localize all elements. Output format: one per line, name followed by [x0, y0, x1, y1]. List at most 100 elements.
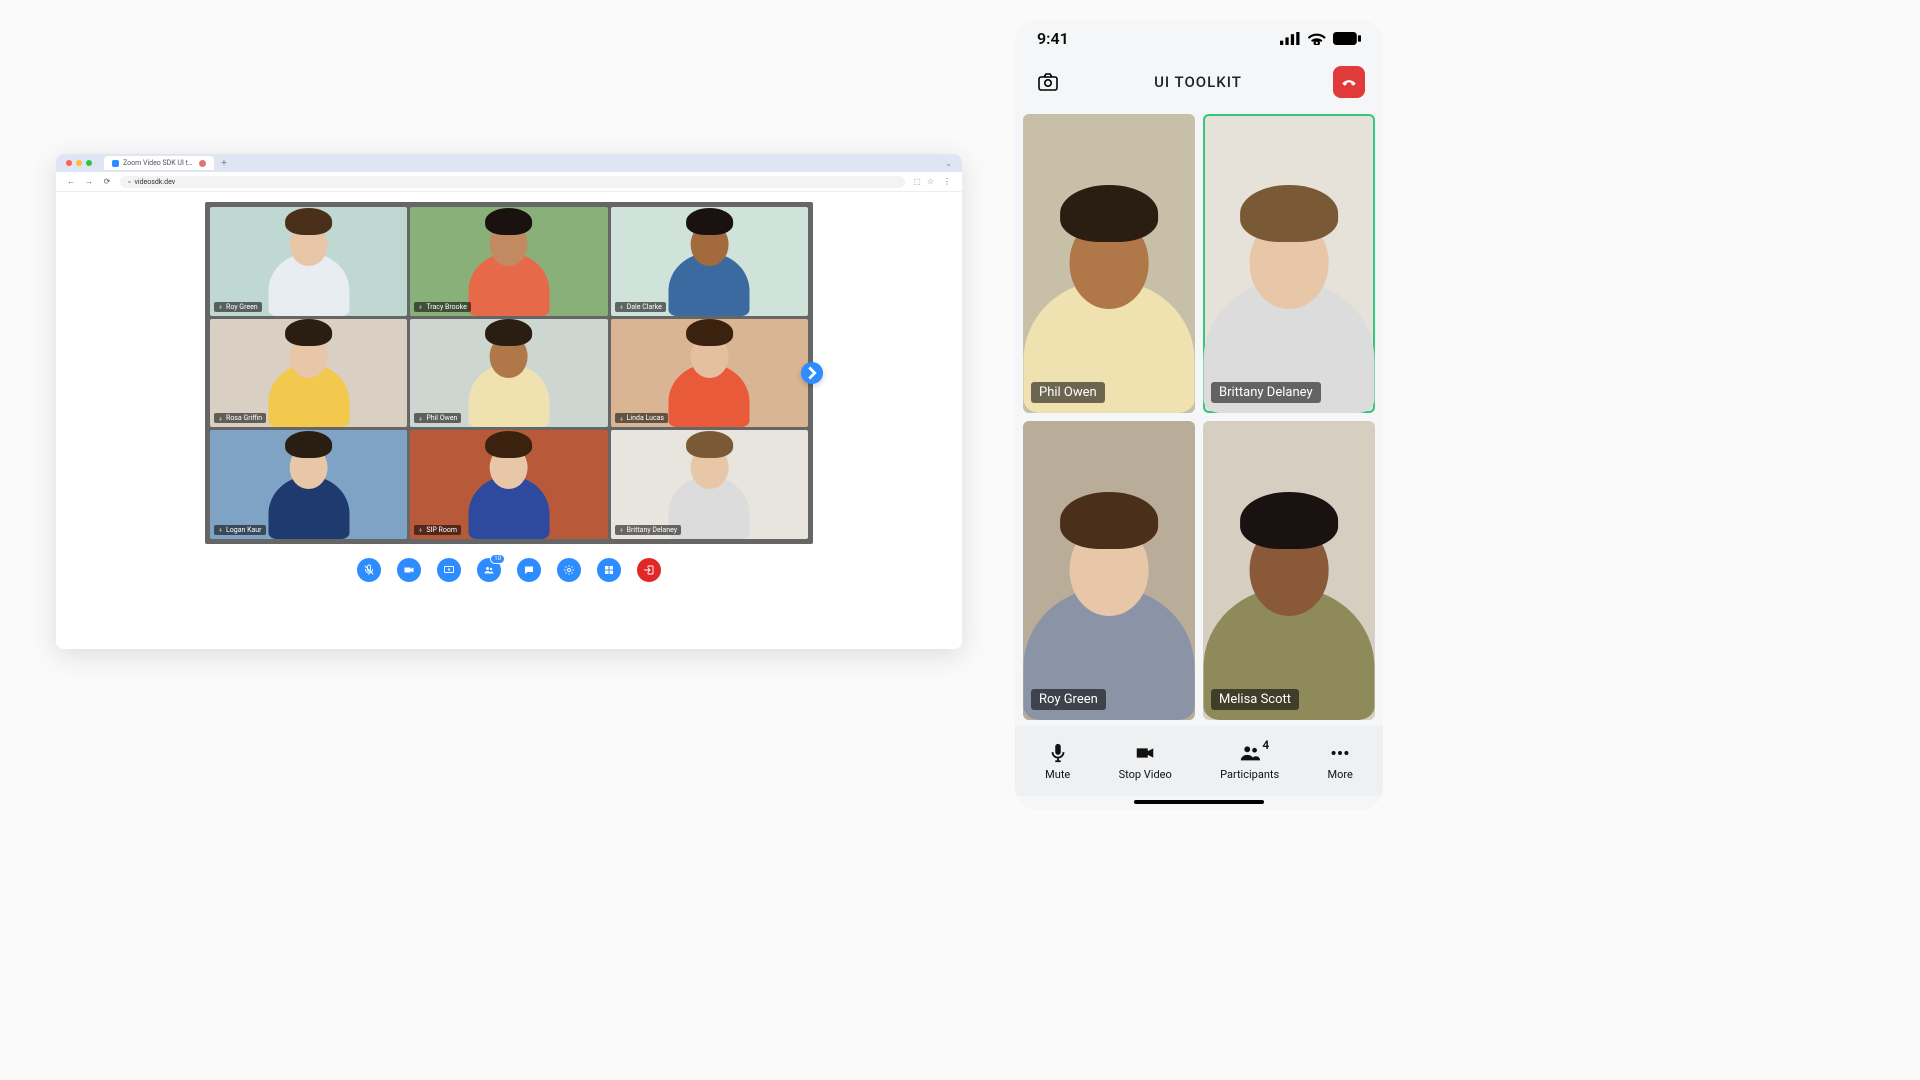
mic-status-icon — [418, 416, 423, 421]
participant-name-tag: Rosa Griffin — [214, 413, 266, 423]
address-input[interactable]: ▫ videosdk.dev — [120, 176, 905, 188]
participant-name-tag: Linda Lucas — [615, 413, 668, 423]
video-tile[interactable]: SIP Room — [410, 430, 607, 539]
new-tab-button[interactable]: + — [218, 158, 230, 169]
participant-name-tag: Roy Green — [214, 302, 262, 312]
leave-icon — [643, 564, 655, 576]
phone-video-tile[interactable]: Brittany Delaney — [1203, 114, 1375, 413]
maximize-window-icon[interactable] — [86, 160, 92, 166]
video-tile[interactable]: Phil Owen — [410, 319, 607, 428]
video-tile[interactable]: Roy Green — [210, 207, 407, 316]
video-grid-container: Roy Green Tracy Brooke Dale Clarke — [205, 202, 813, 544]
flip-camera-button[interactable] — [1033, 67, 1063, 97]
participant-name: Dale Clarke — [627, 303, 662, 311]
participant-name: Linda Lucas — [627, 414, 664, 422]
battery-icon — [1333, 32, 1361, 45]
cellular-icon — [1280, 32, 1302, 45]
chat-icon — [523, 564, 535, 576]
mic-status-icon — [619, 416, 624, 421]
participant-name: Roy Green — [1031, 689, 1106, 710]
browser-menu-icon[interactable]: ⋮ — [942, 177, 952, 186]
browser-address-bar: ← → ⟳ ▫ videosdk.dev ⬚ ☆ ⋮ — [56, 172, 962, 192]
call-controls: 10 — [357, 558, 661, 582]
participant-name: Rosa Griffin — [226, 414, 262, 422]
mic-icon — [1046, 742, 1070, 764]
tab-close-icon[interactable] — [199, 160, 206, 167]
video-tile[interactable]: Tracy Brooke — [410, 207, 607, 316]
mic-status-icon — [218, 416, 223, 421]
participants-count: 4 — [1262, 738, 1269, 752]
forward-button[interactable]: → — [84, 177, 94, 186]
browser-tab[interactable]: Zoom Video SDK UI tool… — [104, 156, 214, 170]
participants-icon — [483, 564, 495, 576]
phone-video-tile[interactable]: Roy Green — [1023, 421, 1195, 720]
mic-status-icon — [418, 527, 423, 532]
status-time: 9:41 — [1037, 29, 1069, 48]
gear-icon — [563, 564, 575, 576]
hangup-icon — [1340, 73, 1358, 91]
more-button[interactable]: More — [1327, 742, 1352, 781]
next-page-button[interactable] — [801, 362, 823, 384]
url-text: videosdk.dev — [134, 178, 175, 186]
mic-status-icon — [619, 304, 624, 309]
more-icon — [1328, 742, 1352, 764]
participant-name: Roy Green — [226, 303, 258, 311]
participants-button[interactable]: 10 — [477, 558, 501, 582]
camera-toggle-button[interactable] — [397, 558, 421, 582]
video-tile[interactable]: Logan Kaur — [210, 430, 407, 539]
phone-frame: 9:41 UI TOOLKIT Phil Owen Brittany Delan… — [1015, 20, 1383, 810]
mic-muted-icon — [363, 564, 375, 576]
settings-button[interactable] — [557, 558, 581, 582]
view-layout-button[interactable] — [597, 558, 621, 582]
chat-button[interactable] — [517, 558, 541, 582]
hangup-button[interactable] — [1333, 66, 1365, 98]
bookmark-star-icon[interactable]: ☆ — [927, 177, 934, 186]
participants-icon — [1238, 742, 1262, 764]
mute-label: Mute — [1045, 768, 1070, 781]
minimize-window-icon[interactable] — [76, 160, 82, 166]
video-tile[interactable]: Linda Lucas — [611, 319, 808, 428]
install-app-icon[interactable]: ⬚ — [913, 177, 921, 186]
participant-name: Tracy Brooke — [426, 303, 467, 311]
phone-bottom-bar: Mute Stop Video 4 Participants More — [1015, 726, 1383, 796]
video-tile[interactable]: Rosa Griffin — [210, 319, 407, 428]
window-traffic-lights — [66, 160, 92, 166]
home-indicator[interactable] — [1134, 800, 1264, 804]
share-screen-button[interactable] — [437, 558, 461, 582]
chevron-right-icon — [801, 362, 823, 384]
participants-button-mobile[interactable]: 4 Participants — [1220, 742, 1279, 781]
phone-title: UI TOOLKIT — [1154, 73, 1242, 91]
phone-video-tile[interactable]: Melisa Scott — [1203, 421, 1375, 720]
video-tile[interactable]: Brittany Delaney — [611, 430, 808, 539]
close-window-icon[interactable] — [66, 160, 72, 166]
participant-name-tag: Tracy Brooke — [414, 302, 471, 312]
participant-name: Logan Kaur — [226, 526, 262, 534]
grid-view-icon — [603, 564, 615, 576]
participant-name: Melisa Scott — [1211, 689, 1299, 710]
participant-count-badge: 10 — [490, 554, 505, 564]
participants-label: Participants — [1220, 768, 1279, 781]
participant-name-tag: Brittany Delaney — [615, 525, 681, 535]
reload-button[interactable]: ⟳ — [102, 177, 112, 186]
stop-video-button[interactable]: Stop Video — [1119, 742, 1172, 781]
status-bar: 9:41 — [1015, 20, 1383, 56]
video-tile[interactable]: Dale Clarke — [611, 207, 808, 316]
video-icon — [1133, 742, 1157, 764]
mic-status-icon — [218, 527, 223, 532]
leave-call-button[interactable] — [637, 558, 661, 582]
back-button[interactable]: ← — [66, 177, 76, 186]
tabs-overflow-icon[interactable]: ⌄ — [945, 159, 952, 168]
tab-favicon-icon — [112, 160, 119, 167]
mic-status-icon — [418, 304, 423, 309]
phone-video-tile[interactable]: Phil Owen — [1023, 114, 1195, 413]
mic-status-icon — [218, 304, 223, 309]
browser-window: Zoom Video SDK UI tool… + ⌄ ← → ⟳ ▫ vide… — [56, 154, 962, 649]
mic-status-icon — [619, 527, 624, 532]
mic-toggle-button[interactable] — [357, 558, 381, 582]
participant-name: Brittany Delaney — [627, 526, 677, 534]
video-grid: Roy Green Tracy Brooke Dale Clarke — [210, 207, 808, 539]
phone-video-grid: Phil Owen Brittany Delaney Roy Green Mel… — [1015, 108, 1383, 726]
tab-title: Zoom Video SDK UI tool… — [123, 159, 195, 167]
participant-name-tag: Logan Kaur — [214, 525, 266, 535]
mute-button[interactable]: Mute — [1045, 742, 1070, 781]
